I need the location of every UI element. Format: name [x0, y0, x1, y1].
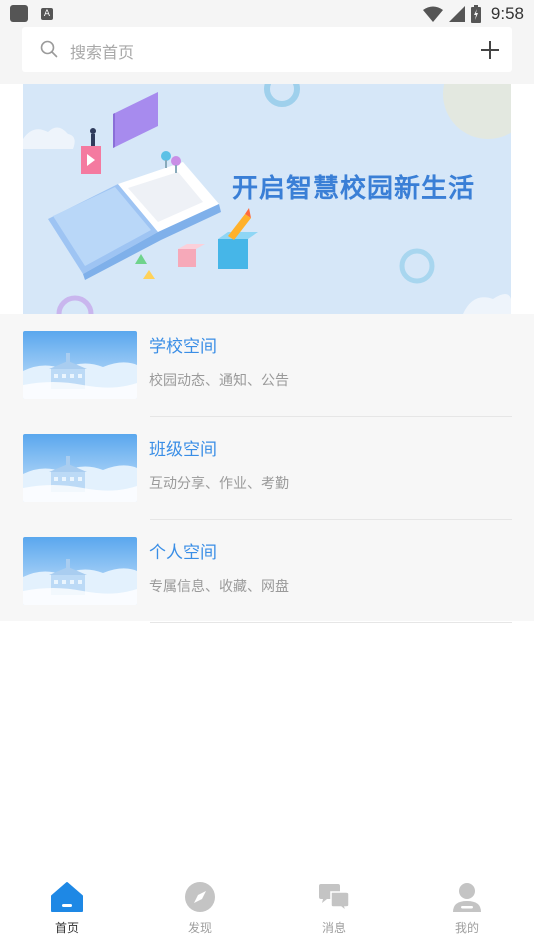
battery-charging-icon — [470, 5, 481, 23]
chat-bubbles-icon — [319, 884, 350, 913]
search-icon — [40, 40, 58, 58]
search-bar[interactable]: 搜索首页 — [22, 27, 512, 72]
personal-building-thumbnail — [23, 537, 137, 605]
app-square-icon — [10, 5, 28, 22]
compass-icon — [185, 882, 215, 912]
item-title: 班级空间 — [149, 440, 217, 460]
nav-discover[interactable]: 发现 — [150, 880, 250, 940]
nav-label: 消息 — [321, 921, 346, 935]
nav-label: 发现 — [187, 921, 212, 935]
nav-label: 首页 — [54, 921, 79, 935]
item-subtitle: 校园动态、通知、公告 — [149, 373, 289, 389]
wifi-icon — [422, 6, 443, 22]
banner-title: 开启智慧校园新生活 — [232, 174, 476, 204]
app-root: A 9:58 搜索首页 开启智慧校园新生活 学校空间 校园动态、通知、公告 班级… — [0, 0, 534, 950]
search-input[interactable]: 搜索首页 — [70, 39, 134, 63]
banner[interactable]: 开启智慧校园新生活 — [23, 84, 511, 314]
nav-home[interactable]: 首页 — [17, 880, 117, 940]
list-item-class-space[interactable]: 班级空间 互动分享、作业、考勤 — [0, 417, 534, 520]
item-subtitle: 专属信息、收藏、网盘 — [149, 579, 289, 595]
class-building-thumbnail — [23, 434, 137, 502]
status-bar: A 9:58 — [0, 0, 534, 27]
plus-icon[interactable] — [478, 38, 502, 62]
cell-signal-icon — [448, 6, 465, 22]
list-item-school-space[interactable]: 学校空间 校园动态、通知、公告 — [0, 314, 534, 417]
school-building-thumbnail — [23, 331, 137, 399]
bottom-nav: 首页 发现 消息 我的 — [0, 866, 534, 950]
divider — [150, 622, 512, 623]
space-list: 学校空间 校园动态、通知、公告 班级空间 互动分享、作业、考勤 个人空间 专属信… — [0, 314, 534, 623]
nav-label: 我的 — [454, 921, 479, 935]
a-notification-icon: A — [41, 7, 53, 20]
nav-messages[interactable]: 消息 — [284, 880, 384, 940]
nav-mine[interactable]: 我的 — [417, 880, 517, 940]
list-item-personal-space[interactable]: 个人空间 专属信息、收藏、网盘 — [0, 520, 534, 623]
status-time: 9:58 — [490, 4, 524, 23]
person-icon — [453, 883, 481, 912]
home-icon — [51, 882, 83, 912]
item-title: 学校空间 — [149, 337, 217, 357]
item-subtitle: 互动分享、作业、考勤 — [149, 476, 289, 492]
item-title: 个人空间 — [149, 543, 217, 563]
